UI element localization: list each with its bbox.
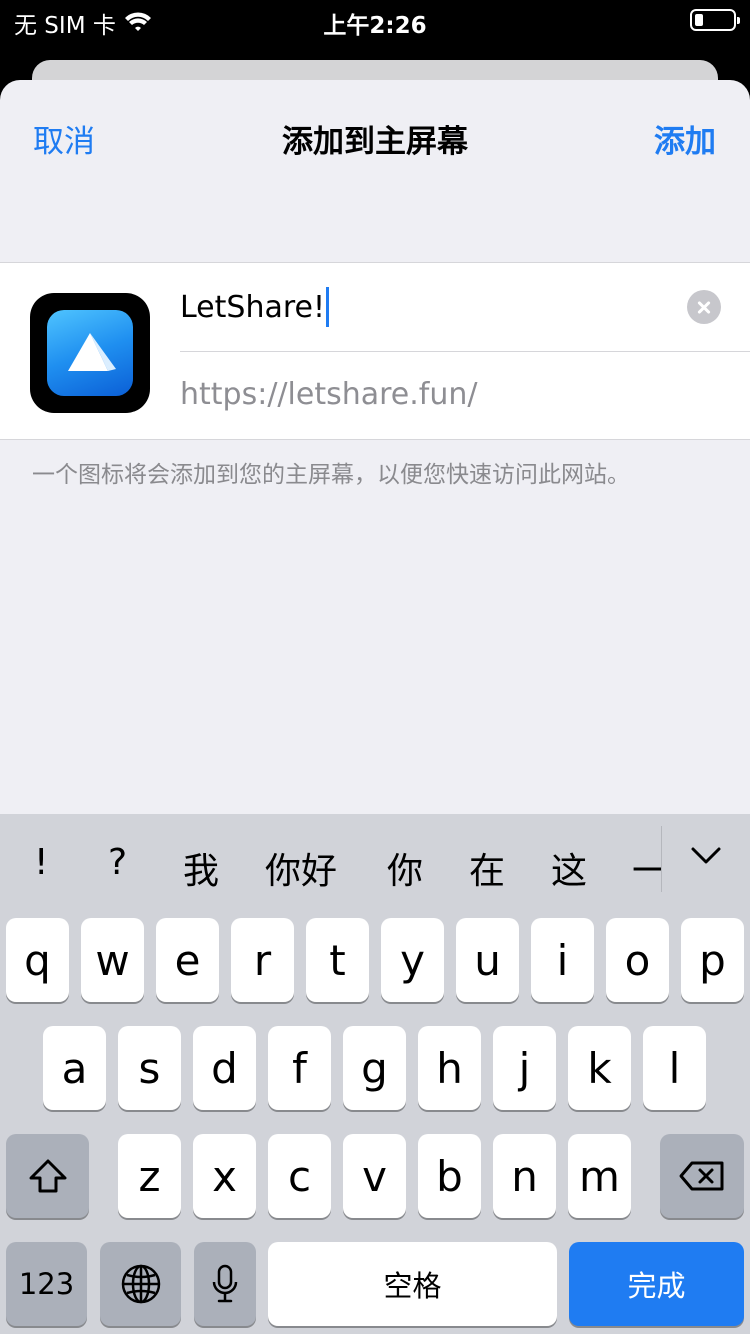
chevron-down-icon[interactable] bbox=[690, 846, 722, 866]
candidate-divider bbox=[661, 826, 662, 892]
key-j[interactable]: j bbox=[493, 1026, 556, 1110]
status-bar: 无 SIM 卡 上午2:26 bbox=[0, 0, 750, 42]
add-button[interactable]: 添加 bbox=[654, 116, 716, 161]
key-e[interactable]: e bbox=[156, 918, 219, 1002]
text-caret bbox=[326, 287, 330, 327]
keyboard: ! ? 我 你好 你 在 这 一 q w e r t y u i o p a s… bbox=[0, 814, 750, 1334]
key-k[interactable]: k bbox=[568, 1026, 631, 1110]
key-n[interactable]: n bbox=[493, 1134, 556, 1218]
nav-bar: 取消 添加到主屏幕 添加 bbox=[0, 80, 750, 190]
divider bbox=[180, 351, 750, 352]
key-w[interactable]: w bbox=[81, 918, 144, 1002]
key-g[interactable]: g bbox=[343, 1026, 406, 1110]
hint-text: 一个图标将会添加到您的主屏幕，以便您快速访问此网站。 bbox=[32, 462, 630, 488]
key-z[interactable]: z bbox=[118, 1134, 181, 1218]
globe-icon bbox=[121, 1264, 160, 1304]
name-field[interactable]: LetShare! bbox=[180, 263, 670, 351]
numbers-key[interactable]: 123 bbox=[6, 1242, 87, 1326]
status-time: 上午2:26 bbox=[323, 13, 427, 39]
battery-icon bbox=[690, 9, 740, 31]
key-q[interactable]: q bbox=[6, 918, 69, 1002]
backspace-icon bbox=[679, 1161, 724, 1191]
name-field-value: LetShare! bbox=[180, 289, 326, 325]
candidate[interactable]: ! bbox=[34, 842, 48, 883]
key-c[interactable]: c bbox=[268, 1134, 331, 1218]
candidate[interactable]: ? bbox=[108, 842, 127, 883]
candidate[interactable]: 你 bbox=[387, 842, 423, 894]
key-l[interactable]: l bbox=[643, 1026, 706, 1110]
delete-key[interactable] bbox=[660, 1134, 744, 1218]
key-u[interactable]: u bbox=[456, 918, 519, 1002]
candidate[interactable]: 一 bbox=[632, 842, 661, 894]
url-label: https://letshare.fun/ bbox=[180, 377, 478, 412]
key-y[interactable]: y bbox=[381, 918, 444, 1002]
key-f[interactable]: f bbox=[268, 1026, 331, 1110]
key-p[interactable]: p bbox=[681, 918, 744, 1002]
key-h[interactable]: h bbox=[418, 1026, 481, 1110]
key-r[interactable]: r bbox=[231, 918, 294, 1002]
key-o[interactable]: o bbox=[606, 918, 669, 1002]
candidate[interactable]: 你好 bbox=[265, 842, 337, 894]
space-key[interactable]: 空格 bbox=[268, 1242, 557, 1326]
cancel-button[interactable]: 取消 bbox=[33, 116, 95, 161]
dictation-key[interactable] bbox=[194, 1242, 256, 1326]
key-v[interactable]: v bbox=[343, 1134, 406, 1218]
candidate[interactable]: 在 bbox=[469, 842, 505, 894]
bookmark-form: LetShare! https://letshare.fun/ bbox=[0, 262, 750, 440]
page-title: 添加到主屏幕 bbox=[282, 124, 468, 160]
globe-key[interactable] bbox=[100, 1242, 181, 1326]
shift-icon bbox=[29, 1159, 66, 1193]
microphone-icon bbox=[212, 1264, 238, 1303]
done-key[interactable]: 完成 bbox=[569, 1242, 744, 1326]
key-m[interactable]: m bbox=[568, 1134, 631, 1218]
key-i[interactable]: i bbox=[531, 918, 594, 1002]
candidate[interactable]: 我 bbox=[183, 842, 219, 894]
key-d[interactable]: d bbox=[193, 1026, 256, 1110]
key-a[interactable]: a bbox=[43, 1026, 106, 1110]
candidate-bar: ! ? 我 你好 你 在 这 一 bbox=[0, 814, 750, 918]
clear-icon[interactable] bbox=[687, 290, 721, 324]
key-s[interactable]: s bbox=[118, 1026, 181, 1110]
add-to-home-sheet: 取消 添加到主屏幕 添加 LetShare! https://letshare.… bbox=[0, 80, 750, 814]
candidate[interactable]: 这 bbox=[551, 842, 587, 894]
app-icon bbox=[30, 293, 150, 413]
key-t[interactable]: t bbox=[306, 918, 369, 1002]
key-x[interactable]: x bbox=[193, 1134, 256, 1218]
key-b[interactable]: b bbox=[418, 1134, 481, 1218]
shift-key[interactable] bbox=[6, 1134, 89, 1218]
